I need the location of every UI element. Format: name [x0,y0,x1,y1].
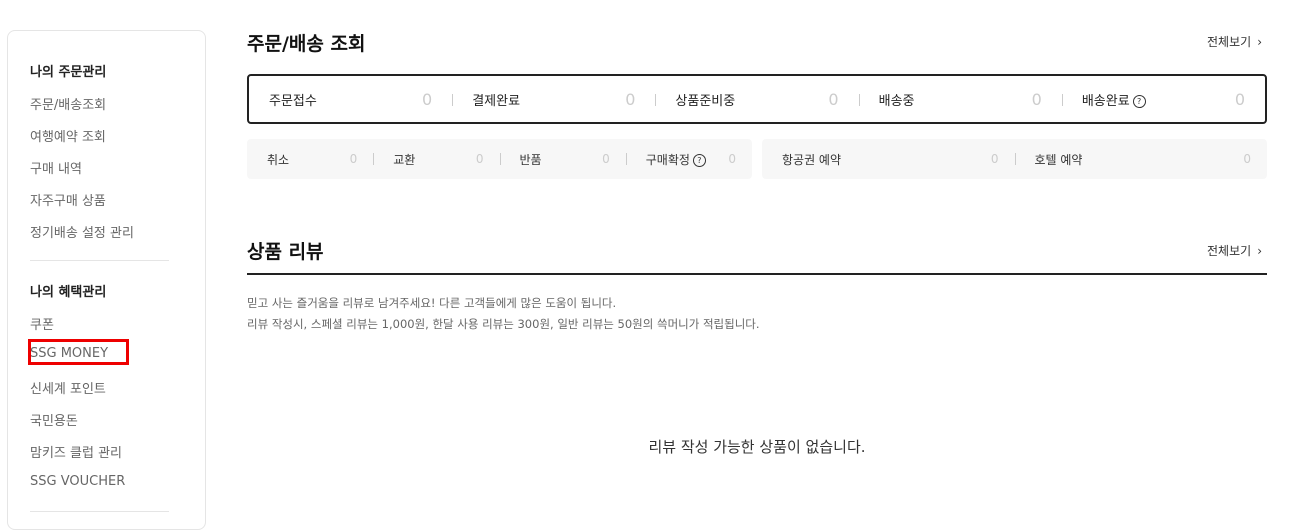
chevron-right-icon: › [1257,35,1262,49]
claim-count: 0 [349,152,358,166]
claim-count: 0 [728,152,736,166]
status-count: 0 [625,89,636,109]
status-label: 배송중 [878,93,915,109]
claim-cancel[interactable]: 취소 0 [247,139,373,179]
sidebar-item-shinsegae-point[interactable]: 신세계 포인트 [30,378,106,397]
review-divider [247,273,1267,275]
status-label: 결제완료 [472,93,521,109]
status-order-received[interactable]: 주문접수 0 [249,76,452,122]
claim-exchange[interactable]: 교환 0 [373,139,499,179]
sidebar-group-title-benefits: 나의 혜택관리 [30,285,107,300]
sidebar-item-frequent-products[interactable]: 자주구매 상품 [30,190,106,209]
claim-return[interactable]: 반품 0 [499,139,626,179]
status-label-text: 배송완료 [1081,93,1130,109]
claim-label: 취소 [267,152,290,167]
status-delivered[interactable]: 배송완료? 0 [1061,76,1265,122]
status-payment-complete[interactable]: 결제완료 0 [452,76,655,122]
sidebar-item-ssg-voucher[interactable]: SSG VOUCHER [30,474,125,489]
sidebar-group-title-orders: 나의 주문관리 [30,65,107,80]
claim-purchase-confirmed[interactable]: 구매확정? 0 [625,139,752,179]
claim-count: 0 [602,152,610,166]
status-label: 배송완료? [1082,90,1146,109]
view-all-label: 전체보기 [1207,35,1252,49]
order-status-bar: 주문접수 0 결제완료 0 상품준비중 0 배송중 0 배송완료? 0 [247,74,1267,124]
reservation-count: 0 [1243,152,1251,166]
status-shipping[interactable]: 배송중 0 [858,76,1062,122]
chevron-right-icon: › [1257,244,1262,258]
sidebar-item-subscription-settings[interactable]: 정기배송 설정 관리 [30,222,134,241]
status-label: 주문접수 [269,93,317,109]
sidebar-divider [30,511,169,512]
reservation-flight[interactable]: 항공권 예약 0 [762,139,1015,179]
status-count: 0 [1031,89,1042,109]
review-section-title: 상품 리뷰 [247,241,324,263]
sidebar-item-order-delivery[interactable]: 주문/배송조회 [30,94,106,113]
order-view-all-link[interactable]: 전체보기 › [1207,33,1262,50]
sidebar-item-travel-reservation[interactable]: 여행예약 조회 [30,126,106,145]
review-empty-message: 리뷰 작성 가능한 상품이 없습니다. [648,438,866,456]
sidebar-item-national-allowance[interactable]: 국민용돈 [30,410,78,429]
sidebar-item-momkids-club[interactable]: 맘키즈 클럽 관리 [30,442,122,461]
reservation-count: 0 [990,152,999,166]
reservation-label: 호텔 예약 [1034,152,1083,167]
claim-label: 구매확정? [646,151,706,168]
sidebar-item-purchase-history[interactable]: 구매 내역 [30,158,82,177]
order-section-title: 주문/배송 조회 [247,33,366,55]
sidebar-item-coupon[interactable]: 쿠폰 [30,314,54,333]
claim-label: 교환 [393,152,416,167]
claim-label: 반품 [519,152,542,167]
review-description-line2: 리뷰 작성시, 스페셜 리뷰는 1,000원, 한달 사용 리뷰는 300원, … [247,317,760,331]
status-count: 0 [1234,89,1246,109]
question-circle-icon[interactable]: ? [692,153,706,167]
status-count: 0 [422,89,433,109]
review-description-line1: 믿고 사는 즐거움을 리뷰로 남겨주세요! 다른 고객들에게 많은 도움이 됩니… [247,296,617,310]
claim-count: 0 [475,152,484,166]
order-claims-bar: 취소 0 교환 0 반품 0 구매확정? 0 [247,139,752,179]
highlight-box [28,339,129,365]
status-label: 상품준비중 [675,93,736,109]
view-all-label: 전체보기 [1207,244,1252,258]
reservation-label: 항공권 예약 [782,152,842,167]
travel-reservation-bar: 항공권 예약 0 호텔 예약 0 [762,139,1267,179]
sidebar-divider [30,260,169,261]
reservation-hotel[interactable]: 호텔 예약 0 [1014,139,1268,179]
claim-label-text: 구매확정 [645,152,690,167]
status-count: 0 [828,89,839,109]
status-preparing[interactable]: 상품준비중 0 [655,76,858,122]
review-view-all-link[interactable]: 전체보기 › [1207,242,1262,259]
question-circle-icon[interactable]: ? [1132,94,1146,108]
